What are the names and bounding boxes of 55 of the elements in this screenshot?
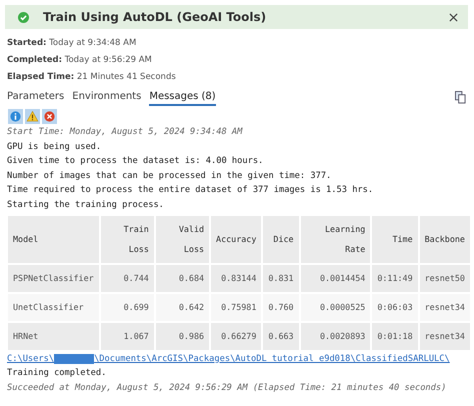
message-line: Start Time: Monday, August 5, 2024 9:34:48 AM (7, 126, 244, 139)
message-line: Number of images that can be processed in the given time: 377. (7, 170, 332, 183)
table-cell: resnet34 (420, 294, 470, 321)
column-header: Valid Loss (156, 216, 210, 263)
column-header: Time (372, 216, 418, 263)
file-path-link[interactable]: C:\Users\ (7, 352, 54, 366)
table-cell: 0.699 (100, 294, 154, 321)
tool-title: Train Using AutoDL (GeoAI Tools) (43, 10, 268, 24)
info-line: Started: Today at 9:34:48 AM (7, 37, 138, 50)
table-cell: 0.684 (156, 264, 210, 292)
table-cell: 0.66279 (211, 322, 262, 350)
close-icon[interactable] (449, 12, 458, 22)
table-cell: resnet50 (420, 264, 470, 292)
table-cell: 0:06:03 (372, 294, 418, 321)
tab[interactable]: Parameters (7, 89, 64, 106)
warning-filter-icon[interactable] (25, 109, 40, 124)
table-cell: 0.0014454 (300, 264, 370, 292)
table-cell: 0.0020893 (300, 322, 370, 350)
table-cell: HRNet (8, 322, 99, 350)
table-cell: 0:11:49 (372, 264, 418, 292)
column-header: Dice (263, 216, 299, 263)
file-path-link[interactable]: \Documents\ArcGIS\Packages\AutoDL tutorial e9d018\ClassifiedSARLULC\ (94, 352, 450, 366)
message-line: Starting the training process. (7, 198, 165, 212)
table-cell: 0.83144 (211, 264, 262, 292)
table-cell: 0.760 (263, 294, 299, 321)
table-cell: UnetClassifier (8, 294, 99, 321)
column-header: Backbone (420, 216, 470, 263)
tab[interactable]: Messages (8) (149, 89, 216, 106)
table-cell: 0.744 (100, 264, 154, 292)
column-header: Train Loss (100, 216, 154, 263)
message-line: GPU is being used. (7, 140, 102, 154)
table-cell: 0.642 (156, 294, 210, 321)
column-header: Learning Rate (300, 216, 370, 263)
info-line: Completed: Today at 9:56:29 AM (7, 54, 153, 67)
message-line: Training completed. (7, 367, 108, 380)
message-line: Succeeded at Monday, August 5, 2024 9:56:29 AM (Elapsed Time: 21 minutes 40 seconds) (7, 382, 448, 395)
table-cell: 0.663 (263, 322, 299, 350)
table-cell: 1.067 (100, 322, 154, 350)
info-line: Elapsed Time: 21 Minutes 41 Seconds (7, 71, 177, 84)
error-filter-icon[interactable] (42, 109, 57, 124)
tab[interactable]: Environments (72, 89, 142, 106)
table-cell: 0.75981 (211, 294, 262, 321)
message-line: Time required to process the entire dataset of 377 images is 1.53 hrs. (7, 184, 374, 198)
check-circle-icon (18, 12, 29, 22)
table-cell: PSPNetClassifier (8, 264, 99, 292)
table-cell: resnet34 (420, 322, 470, 350)
column-header: Model (8, 216, 99, 263)
column-header: Accuracy (211, 216, 262, 263)
table-cell: 0:01:18 (372, 322, 418, 350)
table-cell: 0.831 (263, 264, 299, 292)
table-cell: 0.986 (156, 322, 210, 350)
message-line: Given time to process the dataset is: 4.00 hours. (7, 155, 264, 168)
copy-icon[interactable] (455, 91, 466, 104)
table-cell: 0.0000525 (300, 294, 370, 321)
info-filter-icon[interactable] (8, 109, 23, 124)
